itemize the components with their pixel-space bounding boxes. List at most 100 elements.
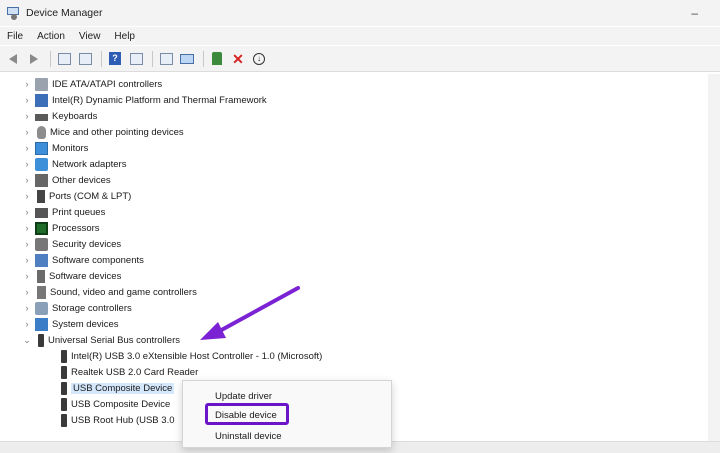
view-button[interactable] (127, 50, 145, 68)
processor-icon (35, 221, 48, 235)
tree-item-network[interactable]: › Network adapters (22, 156, 126, 172)
ide-controller-icon (35, 77, 48, 91)
uninstall-device-menu-item[interactable]: Uninstall device (215, 431, 282, 442)
tree-item-mice[interactable]: › Mice and other pointing devices (22, 124, 184, 140)
tree-item-label: Software components (52, 254, 144, 266)
tree-item-usb-root-hub[interactable]: USB Root Hub (USB 3.0 (58, 412, 175, 428)
collapse-chevron-icon[interactable]: ⌄ (22, 335, 32, 346)
tree-item-usb-realtek[interactable]: Realtek USB 2.0 Card Reader (58, 364, 198, 380)
update-driver-button[interactable] (208, 50, 226, 68)
tree-item-intel-dptf[interactable]: › Intel(R) Dynamic Platform and Thermal F… (22, 92, 267, 108)
port-icon (37, 189, 45, 203)
monitor-icon (180, 53, 194, 64)
expand-chevron-icon[interactable]: › (22, 223, 32, 233)
keyboard-icon (35, 114, 48, 121)
disable-icon: ↓ (253, 52, 265, 65)
tree-item-label: Sound, video and game controllers (50, 286, 197, 298)
tree-item-other[interactable]: › Other devices (22, 172, 111, 188)
menu-view[interactable]: View (72, 31, 108, 42)
tree-item-ide[interactable]: › IDE ATA/ATAPI controllers (22, 76, 162, 92)
view-icon (129, 52, 143, 65)
usb-icon (38, 333, 44, 347)
tree-item-storage[interactable]: › Storage controllers (22, 300, 132, 316)
expand-chevron-icon[interactable]: › (22, 127, 32, 137)
platform-icon (35, 93, 48, 107)
disable-button[interactable]: ↓ (250, 50, 268, 68)
expand-chevron-icon[interactable]: › (22, 255, 32, 265)
expand-chevron-icon[interactable]: › (22, 111, 32, 121)
tree-item-security[interactable]: › Security devices (22, 236, 121, 252)
tree-item-label: Storage controllers (52, 302, 132, 314)
expand-chevron-icon[interactable]: › (22, 303, 32, 313)
monitor-button[interactable] (178, 50, 196, 68)
tree-item-label: Keyboards (52, 110, 98, 122)
vertical-scrollbar[interactable] (708, 74, 720, 441)
tree-item-sound[interactable]: › Sound, video and game controllers (22, 284, 197, 300)
help-button[interactable]: ? (106, 50, 124, 68)
back-button[interactable] (4, 50, 22, 68)
expand-chevron-icon[interactable]: › (22, 79, 32, 89)
scan-icon (159, 52, 173, 65)
expand-chevron-icon[interactable]: › (22, 159, 32, 169)
forward-button[interactable] (25, 50, 43, 68)
expand-chevron-icon[interactable]: › (22, 271, 32, 281)
properties-icon (57, 52, 71, 65)
tree-item-system[interactable]: › System devices (22, 316, 119, 332)
tree-item-software-components[interactable]: › Software components (22, 252, 144, 268)
tree-item-keyboards[interactable]: › Keyboards (22, 108, 98, 124)
expand-chevron-icon[interactable]: › (22, 287, 32, 297)
expand-chevron-icon[interactable]: › (22, 319, 32, 329)
expand-chevron-icon[interactable]: › (22, 95, 32, 105)
tree-item-processors[interactable]: › Processors (22, 220, 100, 236)
toolbar: ? ✕ ↓ (0, 46, 720, 72)
tree-item-label: IDE ATA/ATAPI controllers (52, 78, 163, 90)
update-driver-icon (212, 52, 222, 65)
security-device-icon (35, 237, 48, 251)
disable-device-menu-item[interactable]: Disable device (215, 410, 277, 421)
software-device-icon (37, 269, 45, 283)
update-driver-menu-item[interactable]: Update driver (215, 391, 272, 402)
software-component-icon (35, 253, 48, 267)
menu-help[interactable]: Help (107, 31, 142, 42)
tree-item-label: Realtek USB 2.0 Card Reader (71, 366, 199, 378)
tree-item-label: Software devices (49, 270, 122, 282)
tree-item-usb-intel-host[interactable]: Intel(R) USB 3.0 eXtensible Host Control… (58, 348, 322, 364)
tree-item-software-devices[interactable]: › Software devices (22, 268, 121, 284)
expand-chevron-icon[interactable]: › (22, 239, 32, 249)
scan-button[interactable] (157, 50, 175, 68)
other-device-icon (35, 173, 48, 187)
tree-item-label: Universal Serial Bus controllers (48, 334, 180, 346)
tree-item-label: USB Composite Device (71, 382, 175, 394)
list-button[interactable] (76, 50, 94, 68)
tree-item-usb-composite-2[interactable]: USB Composite Device (58, 396, 170, 412)
tree-item-label: Security devices (52, 238, 122, 250)
usb-icon (61, 365, 67, 379)
tree-item-label: USB Composite Device (71, 398, 171, 410)
system-device-icon (35, 317, 48, 331)
usb-icon (61, 397, 67, 411)
toolbar-separator (152, 50, 153, 67)
toolbar-separator (50, 50, 51, 67)
expand-chevron-icon[interactable]: › (22, 191, 32, 201)
storage-controller-icon (35, 301, 48, 315)
tree-item-label: Other devices (52, 174, 111, 186)
usb-icon (61, 413, 67, 427)
tree-item-print-queues[interactable]: › Print queues (22, 204, 105, 220)
tree-item-usb-composite-1[interactable]: USB Composite Device (58, 380, 175, 396)
list-icon (78, 52, 92, 65)
back-icon (9, 53, 17, 64)
tree-item-ports[interactable]: › Ports (COM & LPT) (22, 188, 131, 204)
expand-chevron-icon[interactable]: › (22, 207, 32, 217)
tree-item-label: Print queues (52, 206, 106, 218)
properties-button[interactable] (55, 50, 73, 68)
uninstall-button[interactable]: ✕ (229, 50, 247, 68)
minimize-button[interactable]: – (691, 6, 698, 20)
tree-item-usb[interactable]: ⌄ Universal Serial Bus controllers (22, 332, 180, 348)
tree-item-monitors[interactable]: › Monitors (22, 140, 88, 156)
expand-chevron-icon[interactable]: › (22, 143, 32, 153)
monitor-icon (35, 141, 48, 155)
expand-chevron-icon[interactable]: › (22, 175, 32, 185)
menu-file[interactable]: File (0, 31, 30, 42)
menu-action[interactable]: Action (30, 31, 72, 42)
network-adapter-icon (35, 157, 48, 171)
